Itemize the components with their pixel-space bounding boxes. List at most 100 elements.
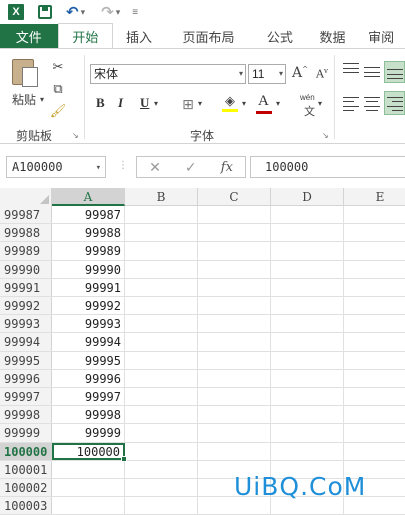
cell-d[interactable] [271,406,344,424]
cell-a[interactable]: 99996 [52,369,125,387]
cell-c[interactable] [198,242,271,260]
row-header[interactable]: 100002 [0,479,52,497]
cell-d[interactable] [271,369,344,387]
cell-b[interactable] [125,224,198,242]
cell-a[interactable]: 99994 [52,333,125,351]
cell-b[interactable] [125,351,198,369]
row-header[interactable]: 99989 [0,242,52,260]
cell-c[interactable] [198,297,271,315]
redo-icon[interactable]: ↷ [101,3,114,21]
column-header-c[interactable]: C [198,188,271,206]
cell-b[interactable] [125,333,198,351]
cell-b[interactable] [125,497,198,515]
cell-b[interactable] [125,388,198,406]
row-header[interactable]: 99990 [0,260,52,278]
cell-b[interactable] [125,406,198,424]
row-header[interactable]: 99992 [0,297,52,315]
cell-a[interactable]: 99989 [52,242,125,260]
row-header[interactable]: 99997 [0,388,52,406]
tab-data[interactable]: 数据 [308,24,358,48]
font-launcher-icon[interactable]: ↘ [322,131,329,140]
cell-e[interactable] [344,406,405,423]
cell-c[interactable] [198,315,271,333]
cell-d[interactable] [271,424,344,442]
redo-dropdown-icon[interactable]: ▾ [116,7,121,18]
undo-icon[interactable]: ↶ [66,3,79,21]
chevron-down-icon[interactable]: ▾ [198,99,202,108]
cell-c[interactable] [198,351,271,369]
cell-a[interactable] [52,497,125,515]
align-right-icon[interactable] [387,97,403,111]
column-header-d[interactable]: D [271,188,344,206]
chevron-down-icon[interactable]: ▾ [242,99,246,108]
row-header[interactable]: 99993 [0,315,52,333]
italic-button[interactable]: I [118,95,123,111]
cell-d[interactable] [271,388,344,406]
align-left-icon[interactable] [343,97,359,111]
tab-home[interactable]: 开始 [57,23,114,48]
cell-c[interactable] [198,406,271,424]
cell-e[interactable] [344,443,405,460]
cell-e[interactable] [344,315,405,332]
fill-color-icon[interactable]: ◈ [222,93,238,109]
cell-a[interactable]: 99991 [52,278,125,296]
cell-c[interactable] [198,206,271,224]
cell-c[interactable] [198,388,271,406]
copy-icon[interactable]: ⧉ [50,81,66,97]
grow-font-button[interactable]: A^ [292,65,308,81]
chevron-down-icon[interactable]: ▾ [276,99,280,108]
border-icon[interactable]: ⊞ [180,96,196,112]
row-header[interactable]: 99987 [0,206,52,224]
align-bottom-icon[interactable] [387,69,403,79]
cell-a[interactable]: 99997 [52,388,125,406]
cell-c[interactable] [198,424,271,442]
cell-a[interactable]: 99988 [52,224,125,242]
cell-d[interactable] [271,260,344,278]
tab-formulas[interactable]: 公式 [252,24,308,48]
cell-a[interactable] [52,479,125,497]
tab-insert[interactable]: 插入 [113,24,165,48]
cell-e[interactable] [344,352,405,369]
cell-a[interactable] [52,460,125,478]
cell-c[interactable] [198,442,271,460]
cell-b[interactable] [125,442,198,460]
customize-toolbar-icon[interactable]: ≡ [132,7,138,18]
cell-b[interactable] [125,260,198,278]
cell-b[interactable] [125,278,198,296]
cell-b[interactable] [125,460,198,478]
select-all-button[interactable] [0,188,52,206]
cell-c[interactable] [198,278,271,296]
row-header[interactable]: 100003 [0,497,52,515]
column-header-b[interactable]: B [125,188,198,206]
cancel-icon[interactable]: ✕ [149,159,161,176]
cell-d[interactable] [271,351,344,369]
row-header[interactable]: 99999 [0,424,52,442]
cell-d[interactable] [271,333,344,351]
cell-b[interactable] [125,206,198,224]
cell-d[interactable] [271,297,344,315]
cell-a[interactable]: 99992 [52,297,125,315]
align-middle-icon[interactable] [364,67,380,77]
font-size-select[interactable]: 11 ▾ [248,64,286,84]
row-header[interactable]: 100001 [0,460,52,478]
column-header-a[interactable]: A [52,188,125,206]
cell-e[interactable] [344,261,405,278]
cell-c[interactable] [198,224,271,242]
cell-d[interactable] [271,315,344,333]
row-header[interactable]: 99991 [0,278,52,296]
cell-e[interactable] [344,333,405,350]
bold-button[interactable]: B [96,95,105,111]
cell-e[interactable] [344,224,405,241]
chevron-down-icon[interactable]: ▾ [154,99,158,108]
clipboard-launcher-icon[interactable]: ↘ [72,131,79,140]
tab-review[interactable]: 审阅 [357,24,405,48]
cell-b[interactable] [125,297,198,315]
cell-a[interactable]: 99987 [52,206,125,224]
align-top-icon[interactable] [343,63,359,73]
cell-a[interactable]: 99995 [52,351,125,369]
phonetic-guide-button[interactable]: wén [300,93,315,102]
undo-dropdown-icon[interactable]: ▾ [81,7,86,18]
cell-b[interactable] [125,369,198,387]
cell-e[interactable] [344,297,405,314]
save-icon[interactable] [38,5,52,19]
